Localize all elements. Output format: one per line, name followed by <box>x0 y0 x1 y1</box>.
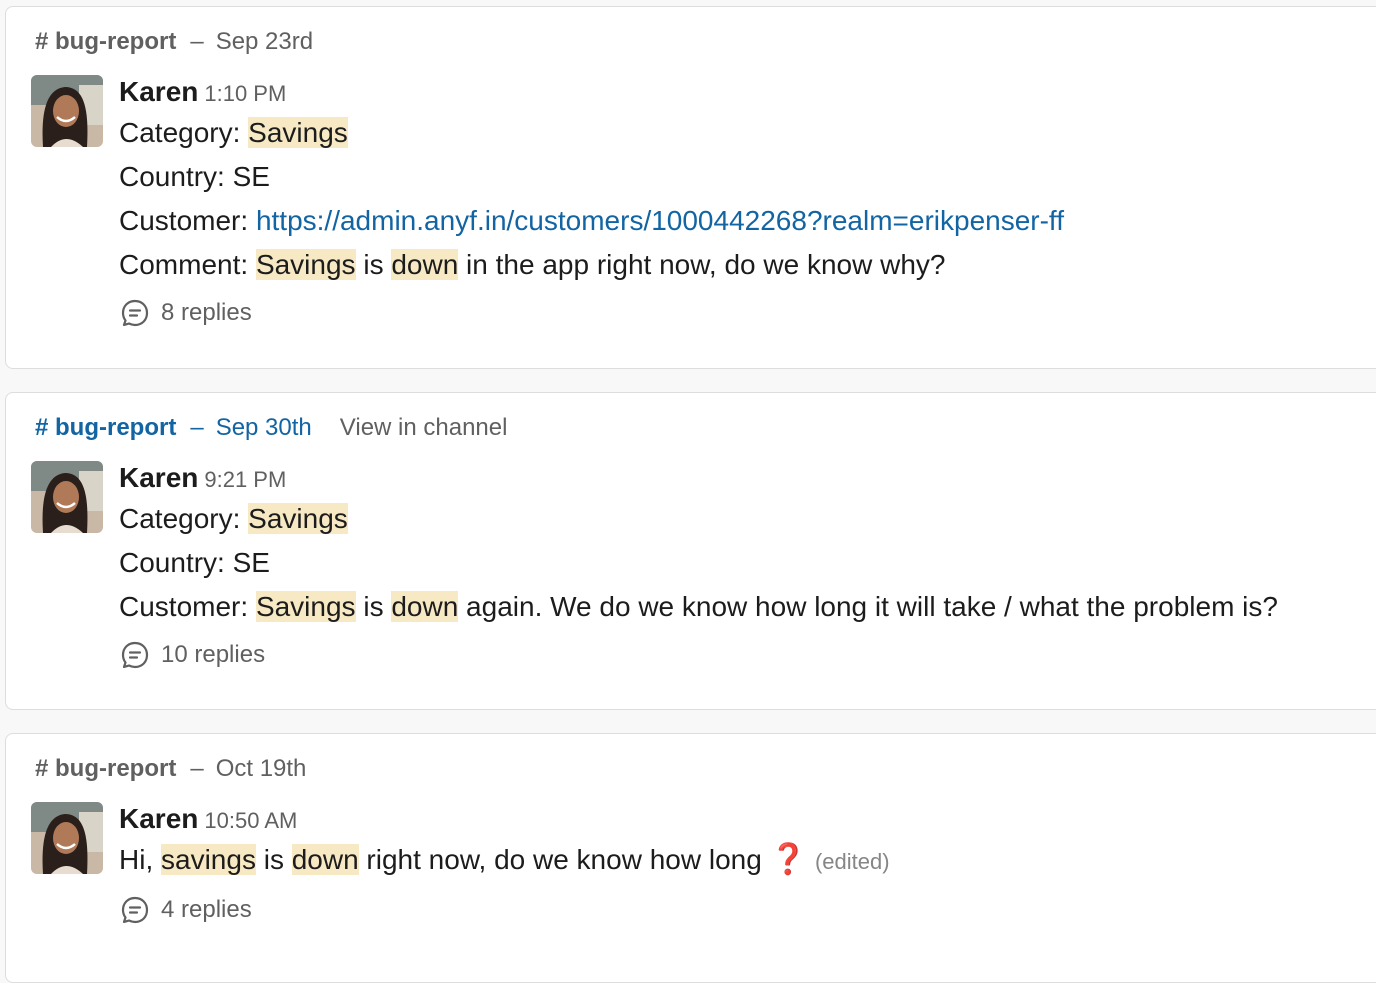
result-header: # bug-report – Oct 19th <box>35 754 306 784</box>
replies-count[interactable]: 10 replies <box>161 641 265 669</box>
message-time[interactable]: 9:21 PM <box>204 467 286 492</box>
thread-icon <box>119 297 151 329</box>
message-body: Karen 10:50 AM Hi, savings is down right … <box>119 802 890 884</box>
replies-link[interactable]: 8 replies <box>119 297 252 329</box>
category-line: Category: Savings <box>119 497 1278 541</box>
thread-icon <box>119 894 151 926</box>
avatar[interactable] <box>31 75 103 147</box>
thread-icon <box>119 639 151 671</box>
comment-text: again. We do we know how long it will ta… <box>458 591 1278 622</box>
avatar[interactable] <box>31 461 103 533</box>
view-in-channel-link[interactable]: View in channel <box>340 414 508 441</box>
result-header: # bug-report – Sep 30th View in channel <box>35 413 507 443</box>
search-result-card[interactable]: # bug-report – Sep 23rd Karen 1:10 PM Categ… <box>5 6 1376 369</box>
message-date[interactable]: Oct 19th <box>216 755 307 782</box>
channel-name[interactable]: # bug-report <box>35 755 176 782</box>
comment-line: Comment: Savings is down in the app righ… <box>119 243 1064 287</box>
highlight-term: Savings <box>255 591 356 622</box>
message-line: Hi, savings is down right now, do we kno… <box>119 838 890 884</box>
replies-count[interactable]: 8 replies <box>161 299 252 327</box>
replies-link[interactable]: 10 replies <box>119 639 265 671</box>
message-time[interactable]: 10:50 AM <box>204 808 297 833</box>
message-date[interactable]: Sep 23rd <box>216 28 313 55</box>
highlight-term: down <box>291 844 359 875</box>
author-name[interactable]: Karen <box>119 462 198 493</box>
country-line: Country: SE <box>119 547 270 578</box>
category-line: Category: Savings <box>119 111 1064 155</box>
result-header: # bug-report – Sep 23rd <box>35 27 313 57</box>
question-emoji: ❓ <box>769 843 807 876</box>
country-line: Country: SE <box>119 161 270 192</box>
author-name[interactable]: Karen <box>119 76 198 107</box>
message-text: Hi, <box>119 844 161 875</box>
header-separator: – <box>190 755 204 782</box>
author-name[interactable]: Karen <box>119 803 198 834</box>
comment-text: is <box>355 249 392 280</box>
customer-line: Customer: https://admin.anyf.in/customer… <box>119 199 1064 243</box>
customer-label: Customer: <box>119 591 256 622</box>
highlight-term: Savings <box>248 503 348 534</box>
highlight-term: Savings <box>255 249 356 280</box>
header-separator: – <box>190 414 204 441</box>
message-text: is <box>255 844 292 875</box>
comment-text: in the app right now, do we know why? <box>458 249 946 280</box>
channel-name[interactable]: # bug-report <box>35 414 176 441</box>
message-body: Karen 9:21 PM Category: Savings Country: … <box>119 461 1278 629</box>
category-label: Category: <box>119 503 249 534</box>
highlight-term: savings <box>161 844 256 875</box>
highlight-term: Savings <box>248 117 348 148</box>
search-result-card[interactable]: # bug-report – Oct 19th Karen 10:50 AM Hi, … <box>5 733 1376 983</box>
replies-count[interactable]: 4 replies <box>161 896 252 924</box>
highlight-term: down <box>391 591 459 622</box>
channel-name[interactable]: # bug-report <box>35 28 176 55</box>
customer-line: Customer: Savings is down again. We do w… <box>119 585 1278 629</box>
avatar[interactable] <box>31 802 103 874</box>
header-separator: – <box>190 28 204 55</box>
message-text: right now, do we know how long <box>358 844 762 875</box>
category-label: Category: <box>119 117 249 148</box>
message-time[interactable]: 1:10 PM <box>204 81 286 106</box>
comment-label: Comment: <box>119 249 256 280</box>
replies-link[interactable]: 4 replies <box>119 894 252 926</box>
message-body: Karen 1:10 PM Category: Savings Country: … <box>119 75 1064 287</box>
comment-text: is <box>355 591 392 622</box>
highlight-term: down <box>391 249 459 280</box>
edited-label: (edited) <box>814 849 890 874</box>
customer-label: Customer: <box>119 205 256 236</box>
message-date[interactable]: Sep 30th <box>216 414 312 441</box>
search-result-card[interactable]: # bug-report – Sep 30th View in channel Kar… <box>5 392 1376 710</box>
customer-link[interactable]: https://admin.anyf.in/customers/10004422… <box>256 205 1064 236</box>
